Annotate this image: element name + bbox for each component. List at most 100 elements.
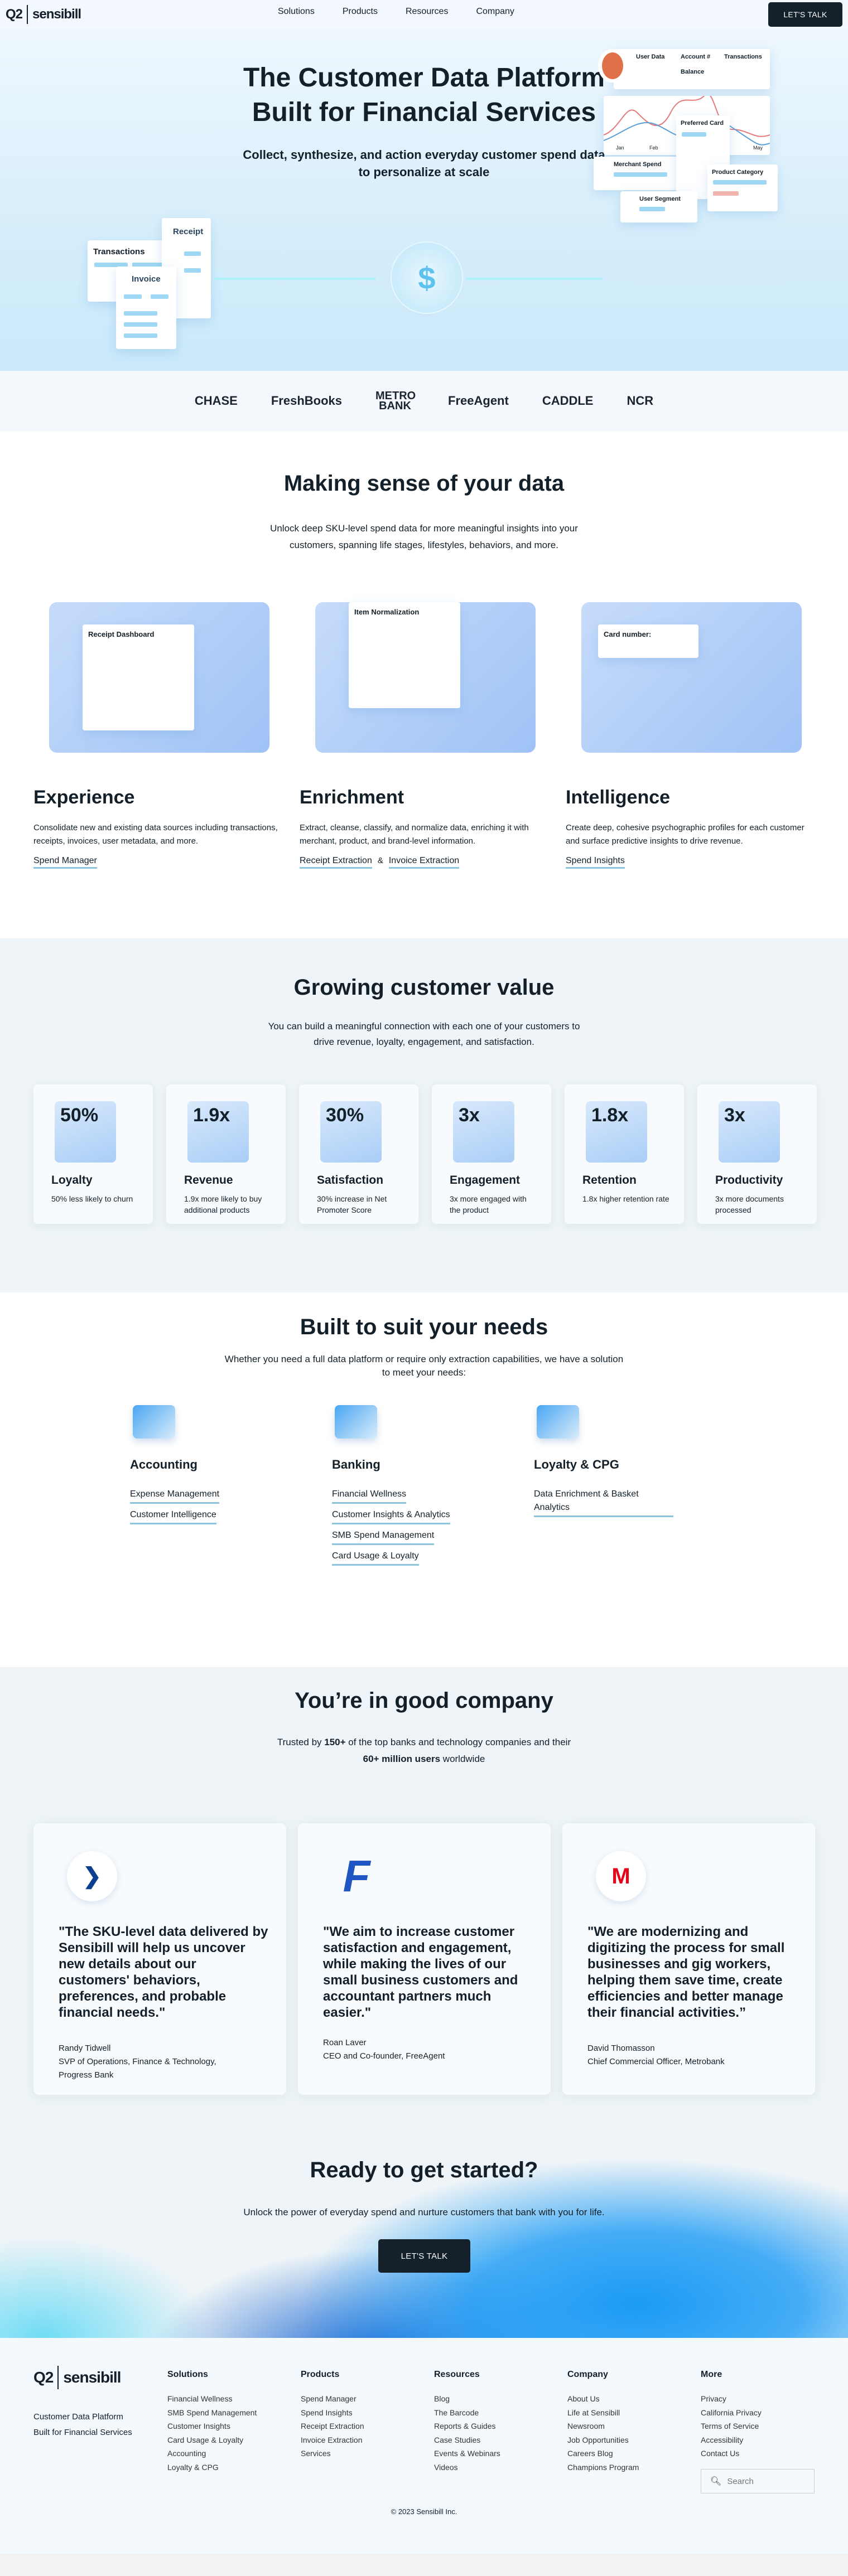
footer-link[interactable]: Videos	[434, 2461, 500, 2475]
stat-card-retention: 1.8x Retention 1.8x higher retention rate	[565, 1084, 684, 1224]
testimonial-name: David Thomasson	[587, 2044, 655, 2053]
link-spend-insights[interactable]: Spend Insights	[566, 856, 625, 869]
feature-links: Spend Insights	[566, 856, 625, 869]
footer-link[interactable]: Accounting	[167, 2447, 257, 2461]
link-expense-management[interactable]: Expense Management	[130, 1488, 220, 1504]
needs-section: Built to suit your needs Whether you nee…	[0, 1292, 848, 1667]
testimonial-card: ❯ "The SKU-level data delivered by Sensib…	[33, 1823, 286, 2095]
footer-column-title: Resources	[434, 2370, 480, 2379]
link-customer-intelligence[interactable]: Customer Intelligence	[130, 1508, 216, 1524]
invoice-card: Invoice	[116, 267, 176, 349]
footer-link[interactable]: Blog	[434, 2392, 500, 2406]
brand-logo[interactable]: Q2 sensibill	[6, 5, 81, 24]
page-bottom	[0, 2554, 848, 2576]
footer-link[interactable]: Customer Insights	[167, 2419, 257, 2433]
section-subtitle: Unlock deep SKU-level spend data for mor…	[270, 523, 578, 550]
link-receipt-extraction[interactable]: Receipt Extraction	[300, 856, 372, 869]
footer-link[interactable]: The Barcode	[434, 2406, 500, 2420]
partner-logo-caddle: CADDLE	[542, 394, 594, 408]
footer-link[interactable]: Terms of Service	[701, 2419, 762, 2433]
footer-link[interactable]: About Us	[567, 2392, 639, 2406]
nav-link-solutions[interactable]: Solutions	[278, 7, 315, 17]
footer-link[interactable]: Champions Program	[567, 2461, 639, 2475]
section-title: Growing customer value	[293, 975, 555, 1000]
footer-brand-logo[interactable]: Q2 sensibill	[33, 2366, 121, 2389]
feature-desc: Consolidate new and existing data source…	[33, 823, 278, 846]
footer-link[interactable]: Contact Us	[701, 2447, 762, 2461]
stat-desc: 30% increase in Net Promoter Score	[317, 1194, 387, 1214]
user-segment-card: User Segment	[620, 191, 697, 222]
needs-column-title: Accounting	[130, 1458, 197, 1471]
link-card-usage-loyalty[interactable]: Card Usage & Loyalty	[332, 1550, 419, 1566]
stat-card-revenue: 1.9x Revenue 1.9x more likely to buy addit…	[166, 1084, 286, 1224]
section-subtitle: Trusted by 150+ of the top banks and tec…	[277, 1737, 571, 1764]
partner-logo-ncr: NCR	[627, 394, 654, 408]
partner-logos: CHASE FreshBooks METRO BANK FreeAgent CADDLE…	[0, 371, 848, 431]
footer-link[interactable]: Events & Webinars	[434, 2447, 500, 2461]
footer-link[interactable]: Spend Insights	[301, 2406, 364, 2420]
link-financial-wellness[interactable]: Financial Wellness	[332, 1488, 407, 1504]
section-title: Built to suit your needs	[300, 1315, 548, 1339]
search-input[interactable]	[727, 2476, 811, 2486]
footer-link[interactable]: Financial Wellness	[167, 2392, 257, 2406]
stat-value: 3x	[724, 1105, 745, 1126]
stat-title: Productivity	[715, 1174, 783, 1187]
footer-link[interactable]: Careers Blog	[567, 2447, 639, 2461]
feature-desc: Extract, cleanse, classify, and normaliz…	[300, 823, 529, 846]
footer-link[interactable]: Newsroom	[567, 2419, 639, 2433]
link-spend-manager[interactable]: Spend Manager	[33, 856, 97, 869]
partner-logo-freshbooks: FreshBooks	[271, 394, 343, 408]
link-customer-insights-analytics[interactable]: Customer Insights & Analytics	[332, 1508, 450, 1524]
testimonial-quote: "The SKU-level data delivered by Sensibi…	[59, 1924, 268, 2020]
stat-card-engagement: 3x Engagement 3x more engaged with the pro…	[432, 1084, 551, 1224]
copyright: © 2023 Sensibill Inc.	[391, 2507, 457, 2516]
footer-link[interactable]: Receipt Extraction	[301, 2419, 364, 2433]
freeagent-logo: F	[343, 1851, 370, 1901]
nav-link-products[interactable]: Products	[343, 7, 378, 17]
footer-link[interactable]: Job Opportunities	[567, 2433, 639, 2447]
metrobank-logo: M	[596, 1851, 646, 1901]
user-data-card: User Data Account # Transactions Balance	[614, 49, 770, 89]
partner-logo-freeagent: FreeAgent	[448, 394, 509, 408]
hero: The Customer Data Platform Built for Fina…	[0, 30, 848, 371]
link-smb-spend-management[interactable]: SMB Spend Management	[332, 1529, 435, 1545]
footer-link[interactable]: Invoice Extraction	[301, 2433, 364, 2447]
footer-link[interactable]: Life at Sensibill	[567, 2406, 639, 2420]
footer-search[interactable]: 🔍︎	[701, 2469, 815, 2493]
needs-column-title: Banking	[332, 1458, 380, 1471]
connector-line	[466, 278, 603, 280]
nav-link-company[interactable]: Company	[476, 7, 514, 17]
cta-section: Ready to get started? Unlock the power o…	[0, 2113, 848, 2338]
footer-link[interactable]: Accessibility	[701, 2433, 762, 2447]
footer-column-title: Solutions	[167, 2370, 208, 2379]
link-data-enrichment-basket-analytics[interactable]: Data Enrichment & Basket Analytics	[534, 1488, 673, 1517]
footer-link[interactable]: Loyalty & CPG	[167, 2461, 257, 2475]
section-subtitle: Whether you need a full data platform or…	[224, 1354, 624, 1378]
footer-link[interactable]: Privacy	[701, 2392, 762, 2406]
receipt-user-icon	[133, 1405, 175, 1439]
progress-bank-logo: ❯	[67, 1851, 117, 1901]
section-title: You’re in good company	[295, 1688, 553, 1713]
lets-talk-button[interactable]: LET'S TALK	[768, 2, 842, 27]
footer-link[interactable]: Services	[301, 2447, 364, 2461]
merchant-spend-card: Merchant Spend	[594, 157, 677, 190]
link-invoice-extraction[interactable]: Invoice Extraction	[388, 856, 460, 869]
footer-link[interactable]: California Privacy	[701, 2406, 762, 2420]
lets-talk-button[interactable]: LET'S TALK	[378, 2239, 470, 2273]
footer-link[interactable]: Case Studies	[434, 2433, 500, 2447]
footer-link[interactable]: SMB Spend Management	[167, 2406, 257, 2420]
stat-title: Satisfaction	[317, 1174, 384, 1187]
feature-title: Experience	[33, 787, 135, 808]
basket-icon	[537, 1405, 579, 1439]
testimonial-name: Randy Tidwell	[59, 2044, 111, 2053]
feature-title: Intelligence	[566, 787, 671, 808]
footer-link[interactable]: Spend Manager	[301, 2392, 364, 2406]
feature-title: Enrichment	[300, 787, 404, 808]
stat-title: Revenue	[184, 1174, 233, 1187]
connector-line	[214, 278, 375, 280]
footer-link[interactable]: Reports & Guides	[434, 2419, 500, 2433]
stat-value: 1.9x	[193, 1105, 230, 1126]
footer-link[interactable]: Card Usage & Loyalty	[167, 2433, 257, 2447]
nav-link-resources[interactable]: Resources	[406, 7, 448, 17]
stat-value: 50%	[60, 1105, 99, 1126]
